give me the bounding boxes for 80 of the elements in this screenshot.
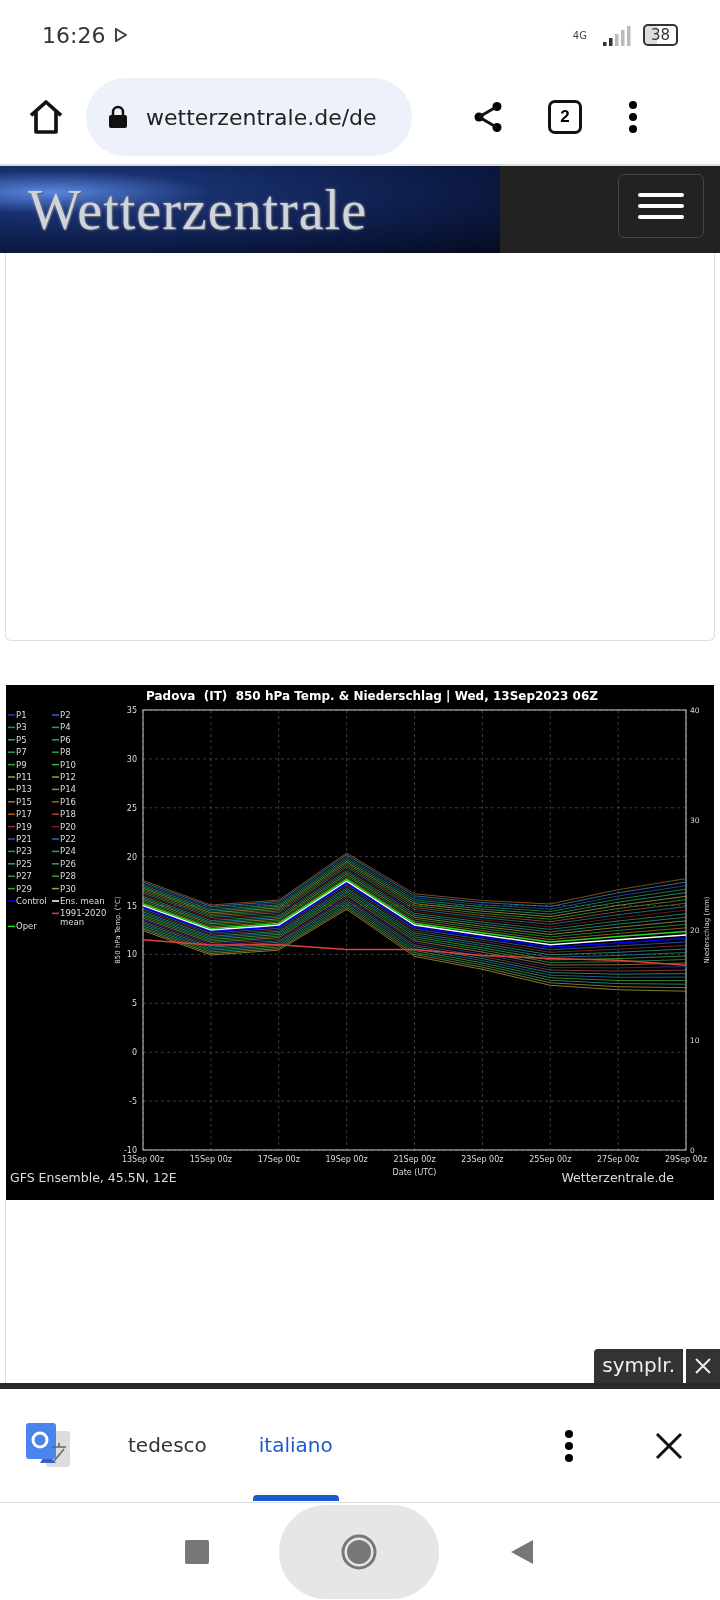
y-tick-label: 5 xyxy=(131,999,137,1009)
home-icon xyxy=(341,1533,377,1570)
legend-label: P5 xyxy=(16,734,27,745)
legend-label: P21 xyxy=(16,834,32,844)
x-tick-label: 23Sep 00z xyxy=(461,1155,504,1164)
legend-label: P10 xyxy=(60,759,76,770)
legend-label: P6 xyxy=(60,734,71,745)
lock-icon xyxy=(108,105,128,129)
legend-label: P8 xyxy=(60,747,71,758)
legend-label: P24 xyxy=(60,846,76,857)
chart-title: Padova (IT) 850 hPa Temp. & Niederschlag | Wed, 13Sep2023 06Z xyxy=(146,689,598,703)
x-tick-label: 29Sep 00z xyxy=(664,1155,708,1164)
legend-label: P16 xyxy=(60,796,76,807)
legend-label: P27 xyxy=(16,871,32,882)
legend-label: P14 xyxy=(60,784,76,795)
more-button[interactable] xyxy=(628,100,638,134)
close-button[interactable] xyxy=(654,1430,684,1461)
legend-label: P13 xyxy=(16,784,32,795)
legend-label: P3 xyxy=(16,722,27,733)
legend-label: P18 xyxy=(60,809,76,820)
language-tab[interactable]: tedesco xyxy=(122,1389,213,1501)
play-icon xyxy=(115,28,128,42)
y-tick-label: 10 xyxy=(126,950,137,960)
url-text: wetterzentrale.de/de xyxy=(146,104,377,130)
close-button[interactable] xyxy=(686,1349,720,1383)
legend-label: 1991-2020 mean xyxy=(60,908,107,928)
legend-label: P20 xyxy=(60,821,76,832)
legend-label: P28 xyxy=(60,871,76,882)
recents-button[interactable] xyxy=(185,1539,209,1564)
legend-label: Ens. mean xyxy=(60,896,105,906)
legend-label: P1 xyxy=(16,710,27,720)
x-tick-label: 13Sep 00z xyxy=(121,1155,165,1164)
legend-label: P7 xyxy=(16,747,27,758)
x-tick-label: 19Sep 00z xyxy=(325,1155,368,1164)
y-tick-label: 30 xyxy=(126,754,137,764)
y-tick-label: 35 xyxy=(126,706,137,715)
legend-label: P17 xyxy=(16,809,32,820)
legend-label: P25 xyxy=(16,858,32,869)
network-type: 4G xyxy=(572,29,587,41)
legend-label: P30 xyxy=(60,883,76,894)
back-button[interactable] xyxy=(509,1537,535,1566)
legend-label: P9 xyxy=(16,759,27,770)
legend-label: P2 xyxy=(60,710,71,720)
legend-label: P4 xyxy=(60,722,71,733)
legend-label: Oper xyxy=(16,921,37,932)
chart-credit: Wetterzentrale.de xyxy=(561,1170,674,1185)
battery-indicator: 38 xyxy=(642,24,678,46)
x-tick-label: 15Sep 00z xyxy=(189,1155,232,1164)
legend-label: P29 xyxy=(16,883,32,894)
x-tick-label: 27Sep 00z xyxy=(597,1155,640,1164)
clock: 16:26 xyxy=(42,22,106,48)
x-tick-label: 17Sep 00z xyxy=(257,1155,300,1164)
y-tick-label: -10 xyxy=(123,1146,137,1155)
more-button[interactable] xyxy=(564,1428,574,1463)
chart-source: GFS Ensemble, 45.5N, 12E xyxy=(10,1170,177,1185)
y-tick-label: 15 xyxy=(126,901,137,911)
language-tab[interactable]: italiano xyxy=(252,1389,339,1501)
legend-label: Control xyxy=(16,896,47,906)
x-tick-label: 25Sep 00z xyxy=(529,1155,572,1164)
y-tick-label: -5 xyxy=(129,1097,137,1107)
y-tick-label: 0 xyxy=(131,1048,137,1058)
x-tick-label: 21Sep 00z xyxy=(393,1155,436,1164)
legend-label: P12 xyxy=(60,772,76,782)
address-bar[interactable]: wetterzentrale.de/de xyxy=(86,78,412,156)
y-tick-label: 25 xyxy=(126,803,137,813)
legend-label: P19 xyxy=(16,821,32,832)
legend-label: P11 xyxy=(16,772,32,782)
x-axis-label: Date (UTC) xyxy=(392,1168,437,1177)
tab-count-button[interactable]: 2 xyxy=(548,100,582,134)
legend-label: P26 xyxy=(60,858,76,869)
legend-label: P22 xyxy=(60,834,76,844)
ad-badge[interactable]: symplr. xyxy=(594,1349,683,1383)
y-tick-label: 20 xyxy=(126,852,137,862)
menu-button[interactable] xyxy=(618,174,704,238)
close-icon xyxy=(694,1357,712,1375)
legend-label: P23 xyxy=(16,846,32,857)
legend-label: P15 xyxy=(16,796,32,807)
menu-icon xyxy=(638,191,684,221)
translate-icon xyxy=(26,1422,72,1469)
site-logo[interactable]: Wetterzentrale xyxy=(0,166,500,253)
